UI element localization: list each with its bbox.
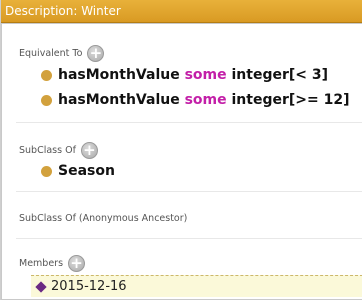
member-row[interactable]: 2015-12-16 <box>31 275 362 297</box>
subclass-value: Season <box>58 163 115 179</box>
equivalent-to-header: Equivalent To + <box>19 45 105 62</box>
section-divider <box>16 238 362 239</box>
add-member-plus-icon[interactable]: + <box>68 255 86 272</box>
member-value: 2015-12-16 <box>51 279 127 294</box>
equivalent-to-label: Equivalent To <box>19 48 83 59</box>
section-divider <box>16 122 362 123</box>
add-subclass-plus-icon[interactable]: + <box>80 142 98 159</box>
equivalent-keyword: some <box>184 67 227 83</box>
equivalent-keyword: some <box>184 92 227 108</box>
subclass-anonymous-label: SubClass Of (Anonymous Ancestor) <box>19 213 188 224</box>
equivalent-filler: integer[< 3] <box>231 67 329 83</box>
equivalent-row-1[interactable]: hasMonthValue some integer[< 3] <box>41 67 328 83</box>
members-header: Members + <box>19 255 86 272</box>
section-divider <box>16 191 362 192</box>
equivalent-property: hasMonthValue <box>58 92 180 108</box>
class-dot-icon <box>41 165 52 177</box>
subclass-of-header: SubClass Of + <box>19 142 98 159</box>
subclass-anonymous-header: SubClass Of (Anonymous Ancestor) <box>19 213 187 224</box>
description-panel: Description: Winter Equivalent To + hasM… <box>0 0 362 300</box>
add-equivalent-plus-icon[interactable]: + <box>87 45 105 62</box>
subclass-of-label: SubClass Of <box>19 145 76 156</box>
individual-diamond-icon <box>35 280 47 293</box>
class-dot-icon <box>41 94 52 106</box>
class-dot-icon <box>41 69 52 81</box>
panel-title: Description: Winter <box>1 0 362 23</box>
equivalent-filler: integer[>= 12] <box>231 92 350 108</box>
subclass-row[interactable]: Season <box>41 163 115 179</box>
equivalent-row-2[interactable]: hasMonthValue some integer[>= 12] <box>41 92 350 108</box>
members-label: Members <box>19 258 64 269</box>
equivalent-property: hasMonthValue <box>58 67 180 83</box>
